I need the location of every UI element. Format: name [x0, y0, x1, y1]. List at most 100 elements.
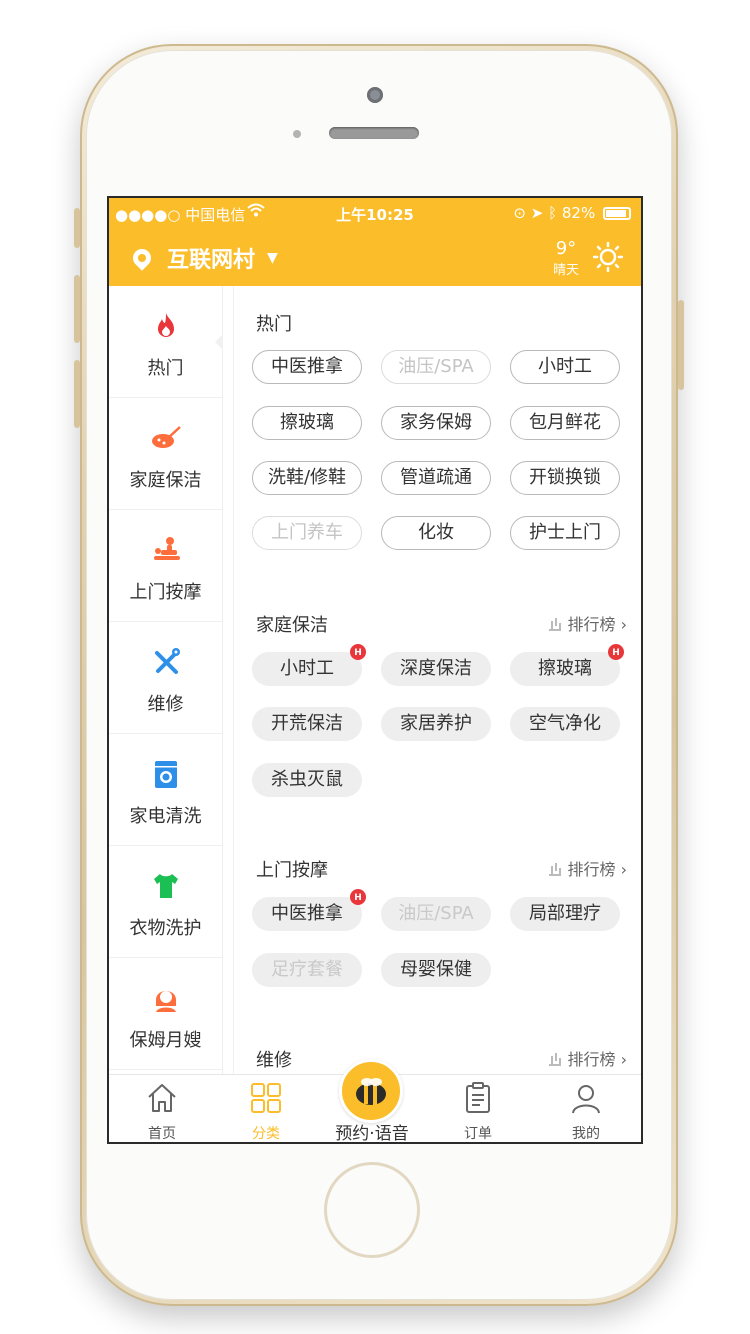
- tab-home[interactable]: 首页: [109, 1081, 215, 1142]
- sidebar-item-appliance-cleaning[interactable]: 家电清洗: [109, 734, 222, 846]
- grid-icon: [251, 1083, 281, 1113]
- weather-info: 9° 晴天: [553, 238, 579, 278]
- ranking-bars-icon: [549, 864, 562, 876]
- tag-button[interactable]: 足疗套餐: [252, 953, 362, 987]
- booking-voice-label: 预约·语音: [335, 1124, 409, 1144]
- sidebar-item-nanny[interactable]: 保姆月嫂: [109, 958, 222, 1070]
- tag-button[interactable]: 杀虫灭鼠: [252, 763, 362, 797]
- tag-label: 中医推拿: [271, 903, 343, 924]
- cleaning-icon: [152, 426, 181, 448]
- tag-button[interactable]: 家务保姆: [381, 406, 491, 440]
- section-title-cleaning: 家庭保洁: [256, 615, 328, 636]
- tag-label: 小时工: [280, 658, 334, 679]
- hot-badge-icon: H: [350, 644, 366, 660]
- ranking-link[interactable]: 排行榜 ›: [549, 611, 627, 635]
- ranking-label: 排行榜: [567, 860, 616, 879]
- location-pin-icon: [129, 245, 155, 271]
- sidebar-item-label: 家庭保洁: [129, 470, 202, 491]
- chevron-right-icon: ›: [620, 860, 627, 879]
- tag-button[interactable]: 开荒保洁: [252, 707, 362, 741]
- ranking-link[interactable]: 排行榜 ›: [549, 856, 627, 880]
- tag-button[interactable]: 空气净化: [510, 707, 620, 741]
- ranking-link[interactable]: 排行榜 ›: [549, 1046, 627, 1070]
- tab-category[interactable]: 分类: [213, 1081, 319, 1142]
- volume-up-button: [74, 275, 80, 343]
- tag-button[interactable]: 油压/SPA: [381, 350, 491, 384]
- section-title-repair: 维修: [256, 1050, 292, 1071]
- home-icon: [148, 1084, 176, 1112]
- sidebar-item-laundry[interactable]: 衣物洗护: [109, 846, 222, 958]
- location-selector[interactable]: 互联网村 ▼: [129, 242, 278, 274]
- temperature: 9°: [555, 238, 577, 259]
- sidebar-item-cleaning[interactable]: 家庭保洁: [109, 398, 222, 510]
- sidebar-item-label: 维修: [147, 694, 184, 715]
- tab-mine[interactable]: 我的: [533, 1081, 639, 1142]
- ranking-bars-icon: [549, 619, 562, 631]
- tag-button[interactable]: 母婴保健: [381, 953, 491, 987]
- tag-button[interactable]: 深度保洁: [381, 652, 491, 686]
- order-list-icon: [466, 1082, 490, 1113]
- tag-button[interactable]: 擦玻璃: [252, 406, 362, 440]
- sidebar-item-hot[interactable]: 热门: [109, 286, 223, 398]
- tag-button[interactable]: 小时工 H: [252, 644, 366, 686]
- caret-down-icon: ▼: [267, 250, 278, 266]
- tab-label: 分类: [252, 1126, 280, 1142]
- section-title-hot: 热门: [256, 314, 292, 335]
- status-right: ⊙ ➤ ᛒ 82%: [513, 204, 631, 222]
- massage-icon: [154, 537, 180, 560]
- repair-tools-icon: [155, 648, 180, 674]
- tag-button[interactable]: 管道疏通: [381, 461, 491, 495]
- ranking-label: 排行榜: [567, 615, 616, 634]
- tag-button[interactable]: 中医推拿 H: [252, 889, 366, 931]
- mute-switch: [74, 208, 80, 248]
- tag-button[interactable]: 中医推拿: [252, 350, 362, 384]
- tag-button[interactable]: 家居养护: [381, 707, 491, 741]
- device-mockup: ●●●●○ 中国电信 上午10:25 ⊙ ➤ ᛒ 82% 互联网村 ▼ 9° 晴…: [0, 0, 750, 1334]
- proximity-sensor: [293, 130, 301, 138]
- user-icon: [572, 1085, 600, 1114]
- tag-button[interactable]: 油压/SPA: [381, 897, 491, 931]
- tab-label: 订单: [464, 1126, 492, 1142]
- tag-button[interactable]: 局部理疗: [510, 897, 620, 931]
- tab-orders[interactable]: 订单: [425, 1081, 531, 1142]
- chevron-right-icon: ›: [620, 615, 627, 634]
- location-arrow-icon: ➤: [530, 204, 544, 222]
- tag-label: 擦玻璃: [538, 658, 592, 679]
- category-sidebar: 热门 家庭保洁 上门按摩 维修 家电清洗 衣物洗护 保姆月嫂: [109, 286, 223, 1074]
- tag-button[interactable]: 擦玻璃 H: [510, 644, 624, 686]
- battery-icon: [603, 207, 631, 220]
- bluetooth-icon: ᛒ: [548, 204, 558, 222]
- bottom-tab-bar: 首页 分类 预约·语音 订单 我的: [109, 1059, 641, 1144]
- tag-button[interactable]: 化妆: [381, 516, 491, 550]
- power-button: [678, 300, 684, 390]
- category-content: 热门 中医推拿 油压/SPA 小时工 擦玻璃 家务保姆 包月鲜花 洗鞋/修鞋 管…: [233, 286, 641, 1074]
- front-camera: [367, 87, 383, 103]
- ranking-bars-icon: [549, 1054, 562, 1066]
- fire-icon: [158, 313, 174, 337]
- tag-button[interactable]: 小时工: [510, 350, 620, 384]
- tag-button[interactable]: 护士上门: [510, 516, 620, 550]
- sidebar-item-label: 热门: [147, 358, 184, 379]
- washing-machine-icon: [155, 761, 177, 788]
- tab-label: 首页: [148, 1126, 176, 1142]
- sidebar-item-label: 衣物洗护: [129, 918, 202, 939]
- sun-icon: [593, 242, 623, 272]
- hot-badge-icon: H: [608, 644, 624, 660]
- home-button[interactable]: [324, 1162, 420, 1258]
- booking-voice-button[interactable]: [339, 1059, 403, 1123]
- tag-button[interactable]: 包月鲜花: [510, 406, 620, 440]
- section-title-massage: 上门按摩: [256, 860, 328, 881]
- bee-icon: [356, 1078, 386, 1105]
- battery-percent: 82%: [561, 204, 596, 222]
- tag-button[interactable]: 洗鞋/修鞋: [252, 461, 362, 495]
- volume-down-button: [74, 360, 80, 428]
- tag-button[interactable]: 上门养车: [252, 516, 362, 550]
- rotation-lock-icon: ⊙: [513, 204, 526, 222]
- sidebar-item-repair[interactable]: 维修: [109, 622, 222, 734]
- tag-button[interactable]: 开锁换锁: [510, 461, 620, 495]
- earpiece-speaker: [329, 127, 419, 139]
- sidebar-item-massage[interactable]: 上门按摩: [109, 510, 222, 622]
- sidebar-item-label: 上门按摩: [129, 582, 202, 603]
- sidebar-item-label: 家电清洗: [129, 806, 202, 827]
- weather-desc: 晴天: [552, 263, 579, 278]
